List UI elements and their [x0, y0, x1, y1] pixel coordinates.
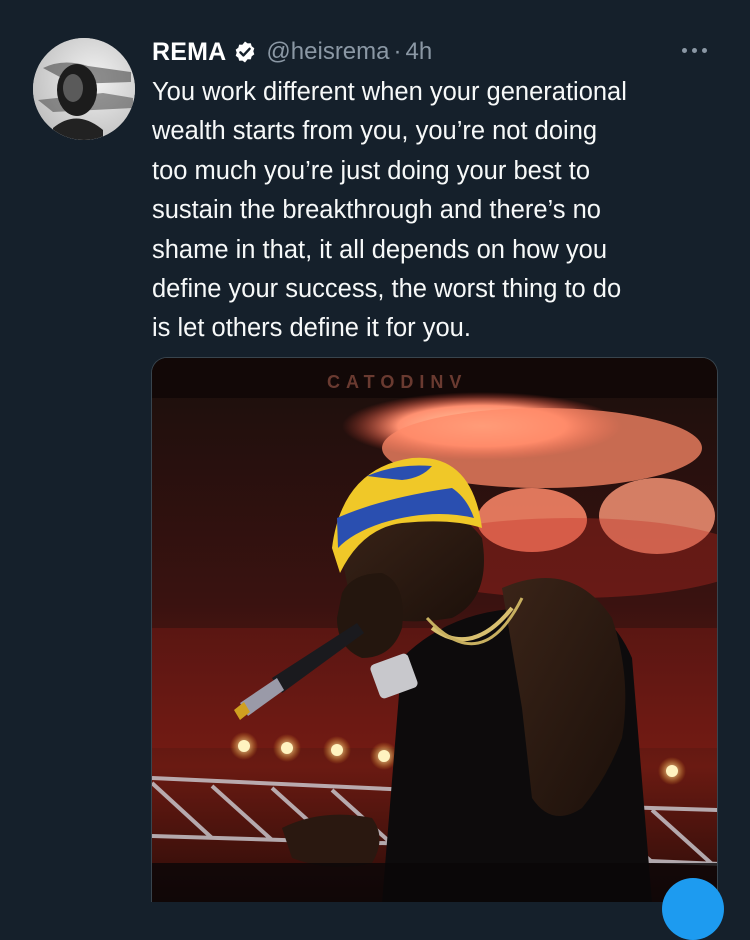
- author-handle[interactable]: @heisrema: [266, 38, 389, 66]
- concert-photo-image: CATODINV: [152, 358, 717, 902]
- tweet-text-line: define your success, the worst thing to …: [152, 275, 622, 304]
- tweet[interactable]: REMA @heisrema · 4h You work different w…: [0, 0, 750, 940]
- tweet-text-line: too much you’re just doing your best to: [152, 156, 590, 185]
- tweet-timestamp[interactable]: 4h: [406, 38, 433, 66]
- author-display-name[interactable]: REMA: [152, 38, 226, 67]
- more-options-icon[interactable]: [674, 38, 714, 62]
- tweet-text-line: You work different when your generationa…: [152, 78, 627, 106]
- tweet-header: REMA @heisrema · 4h: [152, 35, 432, 69]
- tweet-text: You work different when your generationa…: [152, 73, 737, 349]
- tweet-text-line: sustain the breakthrough and there’s no: [152, 196, 601, 225]
- tweet-photo[interactable]: CATODINV: [151, 357, 718, 902]
- verified-badge-icon: [233, 40, 257, 64]
- separator-dot: ·: [393, 38, 402, 65]
- avatar-image: [33, 38, 135, 140]
- compose-tweet-button[interactable]: [662, 878, 724, 940]
- author-avatar[interactable]: [33, 38, 135, 140]
- tweet-text-line: shame in that, it all depends on how you: [152, 235, 608, 264]
- svg-text:CATODINV: CATODINV: [327, 372, 467, 392]
- tweet-text-line: wealth starts from you, you’re not doing: [152, 117, 598, 146]
- tweet-text-line: is let others define it for you.: [152, 314, 471, 343]
